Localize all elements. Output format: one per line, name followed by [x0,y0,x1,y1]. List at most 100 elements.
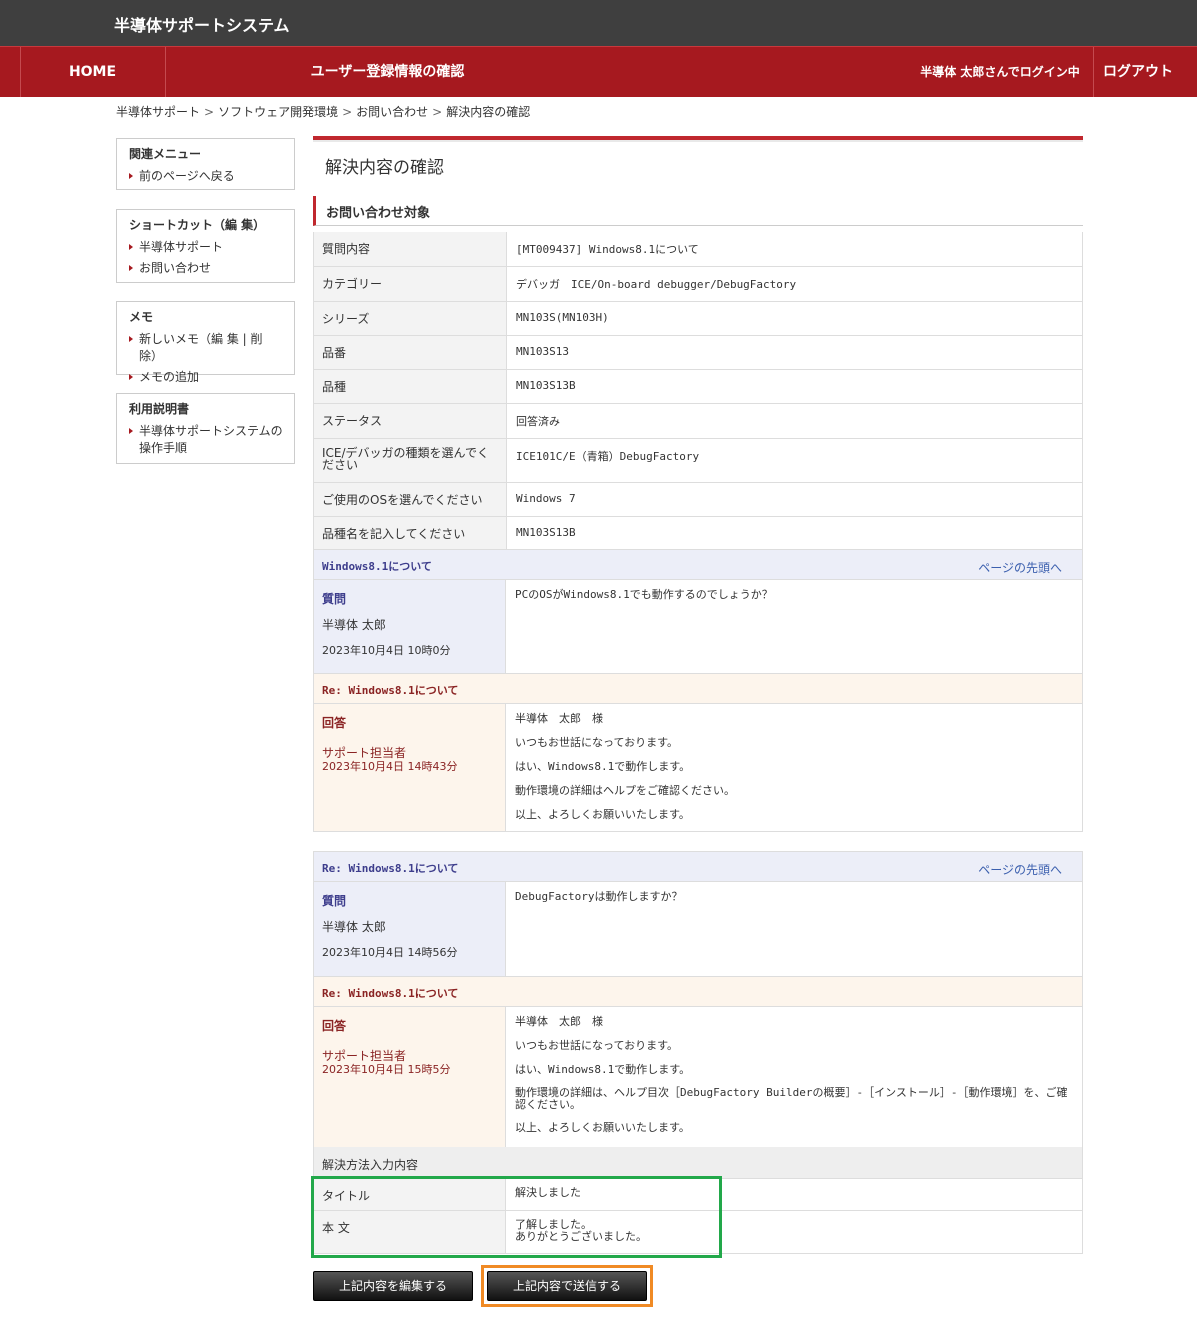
shortcut-item[interactable]: 半導体サポート [129,239,284,256]
answer-meta: 回答 サポート担当者 2023年10月4日 14時43分 [314,704,506,831]
login-status: 半導体 太郎さんでログイン中 [920,65,1080,79]
table-row: ステータス 回答済み [313,403,1083,439]
answer-line: はい、Windows8.1で動作します。 [515,1063,691,1076]
answer-date: 2023年10月4日 14時43分 [322,760,458,773]
info-key: 品種 [313,369,507,404]
answer-title: Re: Windows8.1について [322,987,459,1000]
page-title: 解決内容の確認 [325,158,444,178]
table-row: ICE/デバッガの種類を選んでください ICE101C/E（青箱）DebugFac… [313,438,1083,483]
answer-line: 動作環境の詳細は、ヘルプ目次［DebugFactory Builderの概要］-… [515,1086,1068,1111]
breadcrumb-current: 解決内容の確認 [446,105,531,119]
answer-line: はい、Windows8.1で動作します。 [515,760,691,773]
memo-title: メモ [129,310,154,324]
manual-link[interactable]: 半導体サポートシステムの操作手順 [129,423,284,457]
memo-box: メモ 新しいメモ（編 集 | 削 除） メモの追加 [116,301,295,384]
answer-row: 回答 サポート担当者 2023年10月4日 15時5分 半導体 太郎 様 いつも… [314,1007,1082,1147]
info-value: デバッガ ICE/On-board debugger/DebugFactory [506,266,1083,302]
answer-author: サポート担当者 [322,1049,407,1063]
manual-box: 利用説明書 半導体サポートシステムの操作手順 [116,393,295,464]
info-key: シリーズ [313,301,507,336]
info-value: MN103S13B [506,516,1083,551]
answer-title: Re: Windows8.1について [322,684,459,697]
question-body: PCのOSがWindows8.1でも動作するのでしょうか？ [506,580,1082,673]
answer-line: いつもお世話になっております。 [515,736,679,749]
edit-button[interactable]: 上記内容を編集する [313,1271,473,1301]
question-text: DebugFactoryは動作しますか？ [515,890,683,903]
title-accent-shadow [313,140,1083,142]
table-row: シリーズ MN103S(MN103H) [313,301,1083,336]
question-text: PCのOSがWindows8.1でも動作するのでしょうか？ [515,588,773,601]
info-value: Windows 7 [506,482,1083,517]
question-title: Windows8.1について [322,560,432,573]
info-key: ICE/デバッガの種類を選んでください [313,438,507,483]
memo-item[interactable]: 新しいメモ（編 集 | 削 除） [129,331,284,365]
info-value: 回答済み [506,403,1083,439]
page-top-link[interactable]: ページの先頭へ [978,559,1062,576]
breadcrumb: 半導体サポート > ソフトウェア開発環境 > お問い合わせ > 解決内容の確認 [116,105,531,119]
info-value: MN103S(MN103H) [506,301,1083,336]
nav-home-link[interactable]: HOME [20,47,165,97]
question-header: Re: Windows8.1について ページの先頭へ [314,852,1082,882]
qa-thread: Windows8.1について ページの先頭へ 質問 半導体 太郎 2023年10… [313,549,1083,832]
breadcrumb-link[interactable]: お問い合わせ [356,105,428,119]
question-body: DebugFactoryは動作しますか？ [506,882,1082,976]
question-author: 半導体 太郎 [322,920,386,934]
question-row: 質問 半導体 太郎 2023年10月4日 14時56分 DebugFactory… [314,882,1082,976]
question-meta: 質問 半導体 太郎 2023年10月4日 14時56分 [314,882,506,976]
question-date: 2023年10月4日 14時56分 [322,946,458,959]
nav-bar: HOME ユーザー登録情報の確認 半導体 太郎さんでログイン中 ログアウト [0,46,1197,97]
answer-line: 以上、よろしくお願いいたします。 [515,808,690,821]
answer-line: 半導体 太郎 様 [515,712,603,725]
qa-thread: Re: Windows8.1について ページの先頭へ 質問 半導体 太郎 202… [313,851,1083,1148]
answer-line: 動作環境の詳細はヘルプをご確認ください。 [515,784,735,797]
memo-add-link[interactable]: メモの追加 [129,369,284,386]
table-row: 質問内容 [MT009437] Windows8.1について [313,232,1083,267]
shortcut-item[interactable]: お問い合わせ [129,260,284,277]
shortcut-box: ショートカット（編 集） 半導体サポート お問い合わせ [116,209,295,283]
manual-title: 利用説明書 [129,402,190,416]
question-row: 質問 半導体 太郎 2023年10月4日 10時0分 PCのOSがWindows… [314,580,1082,673]
page-top-link[interactable]: ページの先頭へ [978,861,1062,878]
answer-body: 半導体 太郎 様 いつもお世話になっております。 はい、Windows8.1で動… [506,1007,1082,1147]
related-menu-box: 関連メニュー 前のページへ戻る [116,138,295,190]
info-value: MN103S13B [506,369,1083,404]
answer-line: 半導体 太郎 様 [515,1015,603,1028]
question-meta: 質問 半導体 太郎 2023年10月4日 10時0分 [314,580,506,673]
question-label: 質問 [322,592,347,606]
answer-label: 回答 [322,716,347,730]
top-bar: 半導体サポートシステム [0,0,1197,46]
info-value: [MT009437] Windows8.1について [506,232,1083,267]
answer-line: いつもお世話になっております。 [515,1039,679,1052]
info-value: ICE101C/E（青箱）DebugFactory [506,438,1083,483]
inquiry-info-table: 質問内容 [MT009437] Windows8.1について カテゴリー デバッガ … [313,232,1083,551]
section-title: お問い合わせ対象 [326,206,431,221]
info-key: 質問内容 [313,232,507,267]
table-row: 品番 MN103S13 [313,335,1083,370]
answer-body: 半導体 太郎 様 いつもお世話になっております。 はい、Windows8.1で動… [506,704,1082,831]
answer-label: 回答 [322,1019,347,1033]
answer-row: 回答 サポート担当者 2023年10月4日 14時43分 半導体 太郎 様 いつ… [314,704,1082,831]
table-row: ご使用のOSを選んでください Windows 7 [313,482,1083,517]
info-value: MN103S13 [506,335,1083,370]
question-author: 半導体 太郎 [322,618,386,632]
logout-link[interactable]: ログアウト [1093,47,1183,97]
answer-author: サポート担当者 [322,746,407,760]
nav-divider [165,47,166,97]
back-link[interactable]: 前のページへ戻る [129,168,284,185]
breadcrumb-link[interactable]: ソフトウェア開発環境 [218,105,338,119]
table-row: 品種名を記入してください MN103S13B [313,516,1083,551]
answer-line: 以上、よろしくお願いいたします。 [515,1121,690,1134]
related-menu-title: 関連メニュー [129,147,202,161]
answer-header: Re: Windows8.1について [314,976,1082,1007]
question-date: 2023年10月4日 10時0分 [322,644,451,657]
breadcrumb-link[interactable]: 半導体サポート [116,105,200,119]
info-key: カテゴリー [313,266,507,302]
highlight-box-resolution [311,1176,722,1258]
answer-header: Re: Windows8.1について [314,673,1082,704]
info-key: ステータス [313,403,507,439]
table-row: カテゴリー デバッガ ICE/On-board debugger/DebugFac… [313,266,1083,302]
info-key: ご使用のOSを選んでください [313,482,507,517]
shortcut-title: ショートカット（編 集） [129,218,266,232]
info-key: 品種名を記入してください [313,516,507,551]
answer-meta: 回答 サポート担当者 2023年10月4日 15時5分 [314,1007,506,1147]
